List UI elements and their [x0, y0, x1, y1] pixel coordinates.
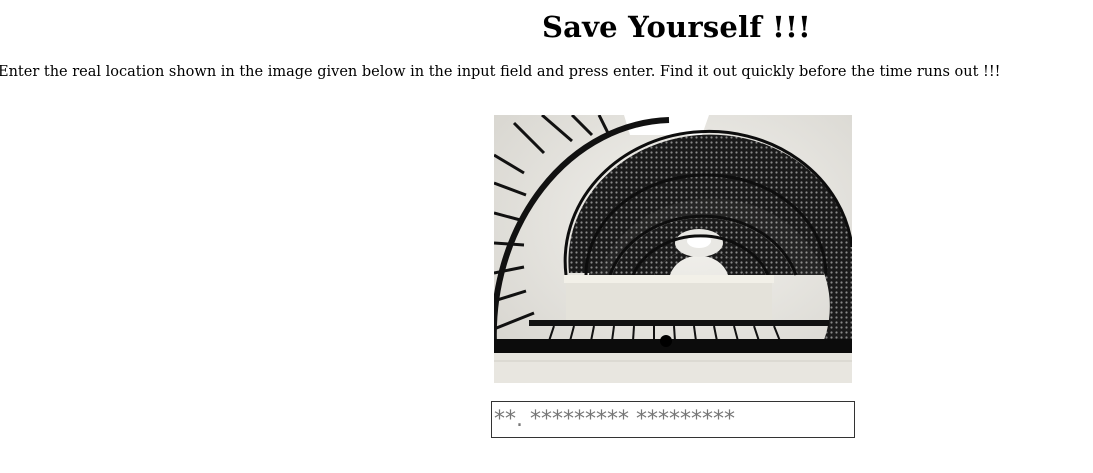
instructions-text: Enter the real location shown in the ima…	[0, 64, 1001, 80]
page-title: Save Yourself !!!	[542, 10, 811, 44]
puzzle-image	[494, 115, 852, 383]
game-page: Save Yourself !!! Enter the real locatio…	[0, 0, 1093, 473]
answer-input[interactable]	[491, 401, 855, 438]
